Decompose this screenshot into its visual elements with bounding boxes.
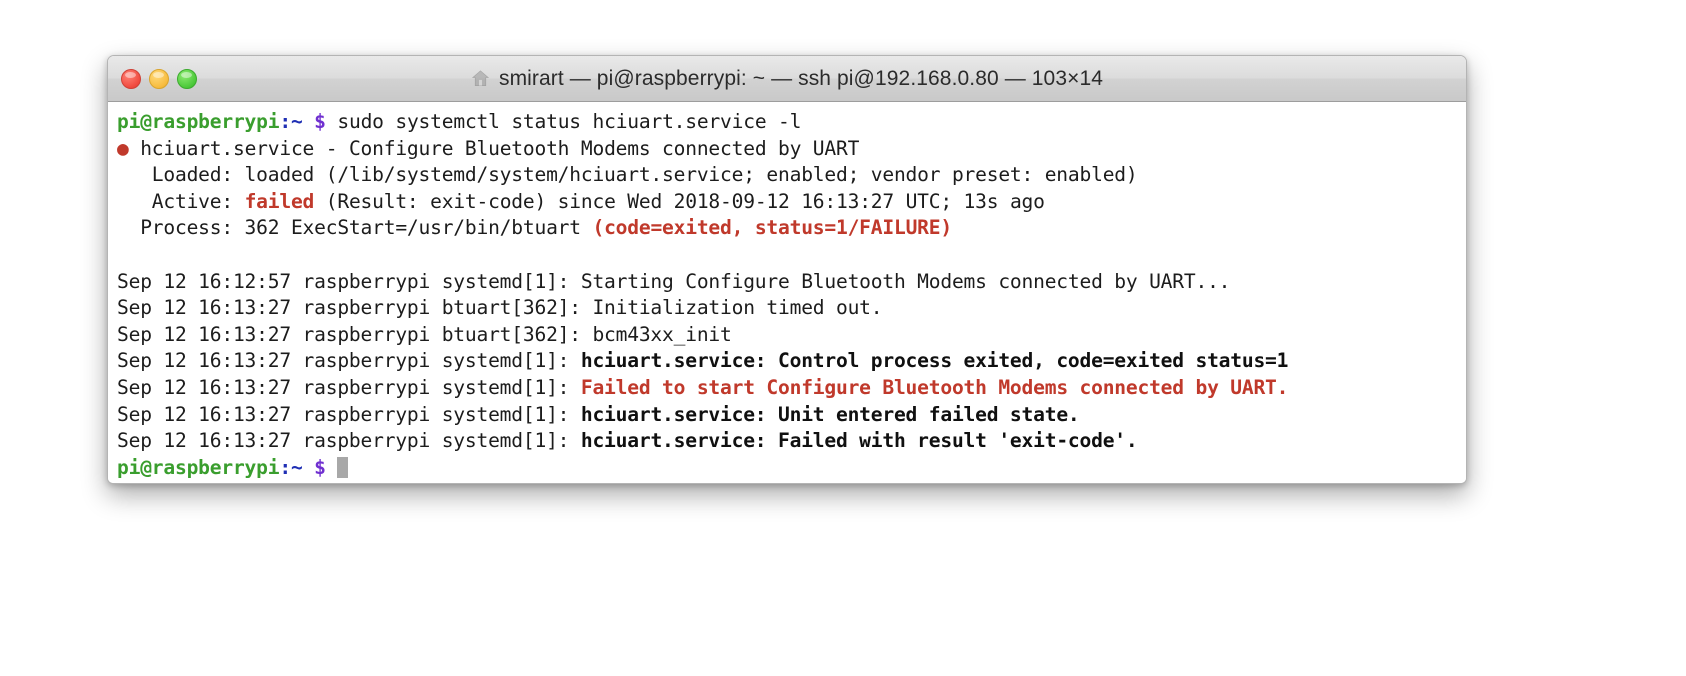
terminal-line-loaded: Loaded: loaded (/lib/systemd/system/hciu… [117,163,1138,187]
log-prefix: Sep 12 16:13:27 raspberrypi systemd[1]: [117,349,581,373]
prompt-user-host: pi@raspberrypi [117,455,280,479]
status-badge: failed [244,189,315,213]
close-button[interactable] [121,68,141,89]
log-line-starting: Sep 12 16:12:57 raspberrypi systemd[1]: … [117,269,1231,293]
prompt-path: :~ [279,110,303,133]
prompt-symbol: $ [314,455,326,479]
prompt-path: :~ [279,455,303,479]
window-title: smirart — pi@raspberrypi: ~ — ssh pi@192… [498,66,1104,90]
log-line-failed-state: Sep 12 16:13:27 raspberrypi systemd[1]: … [117,402,1466,429]
log-prefix: Sep 12 16:13:27 raspberrypi systemd[1]: [117,402,581,426]
log-line-failed-result: Sep 12 16:13:27 raspberrypi systemd[1]: … [117,428,1466,455]
window-controls[interactable] [121,68,197,89]
log-line-failed-to-start: Sep 12 16:13:27 raspberrypi systemd[1]: … [117,375,1466,402]
log-message: hciuart.service: Control process exited,… [580,349,1289,373]
prompt-symbol: $ [314,110,326,133]
log-line-bcm43xx: Sep 12 16:13:27 raspberrypi btuart[362]:… [117,322,732,346]
log-line-timeout: Sep 12 16:13:27 raspberrypi btuart[362]:… [117,296,883,320]
terminal-line-prompt[interactable]: pi@raspberrypi:~ $ [117,455,1466,482]
log-line-control-process: Sep 12 16:13:27 raspberrypi systemd[1]: … [117,348,1466,375]
active-detail: (Result: exit-code) since Wed 2018-09-12… [314,189,1045,213]
terminal-line-command: pi@raspberrypi:~ $ sudo systemctl status… [117,109,1466,136]
log-prefix: Sep 12 16:13:27 raspberrypi systemd[1]: [117,429,581,453]
status-dot-icon: ● [117,136,129,160]
minimize-button[interactable] [149,68,169,89]
unit-description: hciuart.service - Configure Bluetooth Mo… [128,136,860,160]
command-text: sudo systemctl status hciuart.service -l [325,110,802,133]
active-label: Active: [117,189,245,213]
log-prefix: Sep 12 16:13:27 raspberrypi systemd[1]: [117,375,581,399]
prompt-user-host: pi@raspberrypi [117,110,280,133]
home-icon [471,69,490,88]
terminal-line-active: Active: failed (Result: exit-code) since… [117,189,1466,216]
text-cursor[interactable] [337,456,349,478]
maximize-button[interactable] [177,68,197,89]
terminal-output[interactable]: pi@raspberrypi:~ $ sudo systemctl status… [108,102,1466,483]
log-message-error: Failed to start Configure Bluetooth Mode… [580,375,1289,399]
terminal-line-unit: ● hciuart.service - Configure Bluetooth … [117,136,1466,163]
log-message: hciuart.service: Failed with result 'exi… [580,429,1138,453]
log-message: hciuart.service: Unit entered failed sta… [580,402,1080,426]
window-title-group: smirart — pi@raspberrypi: ~ — ssh pi@192… [108,67,1466,91]
process-exit-code: (code=exited, status=1/FAILURE) [592,216,952,240]
terminal-line-process: Process: 362 ExecStart=/usr/bin/btuart (… [117,215,1466,242]
screen: smirart — pi@raspberrypi: ~ — ssh pi@192… [0,0,1686,676]
terminal-window[interactable]: smirart — pi@raspberrypi: ~ — ssh pi@192… [107,55,1467,484]
process-label: Process: 362 ExecStart=/usr/bin/btuart [117,216,593,240]
window-titlebar[interactable]: smirart — pi@raspberrypi: ~ — ssh pi@192… [108,56,1466,102]
